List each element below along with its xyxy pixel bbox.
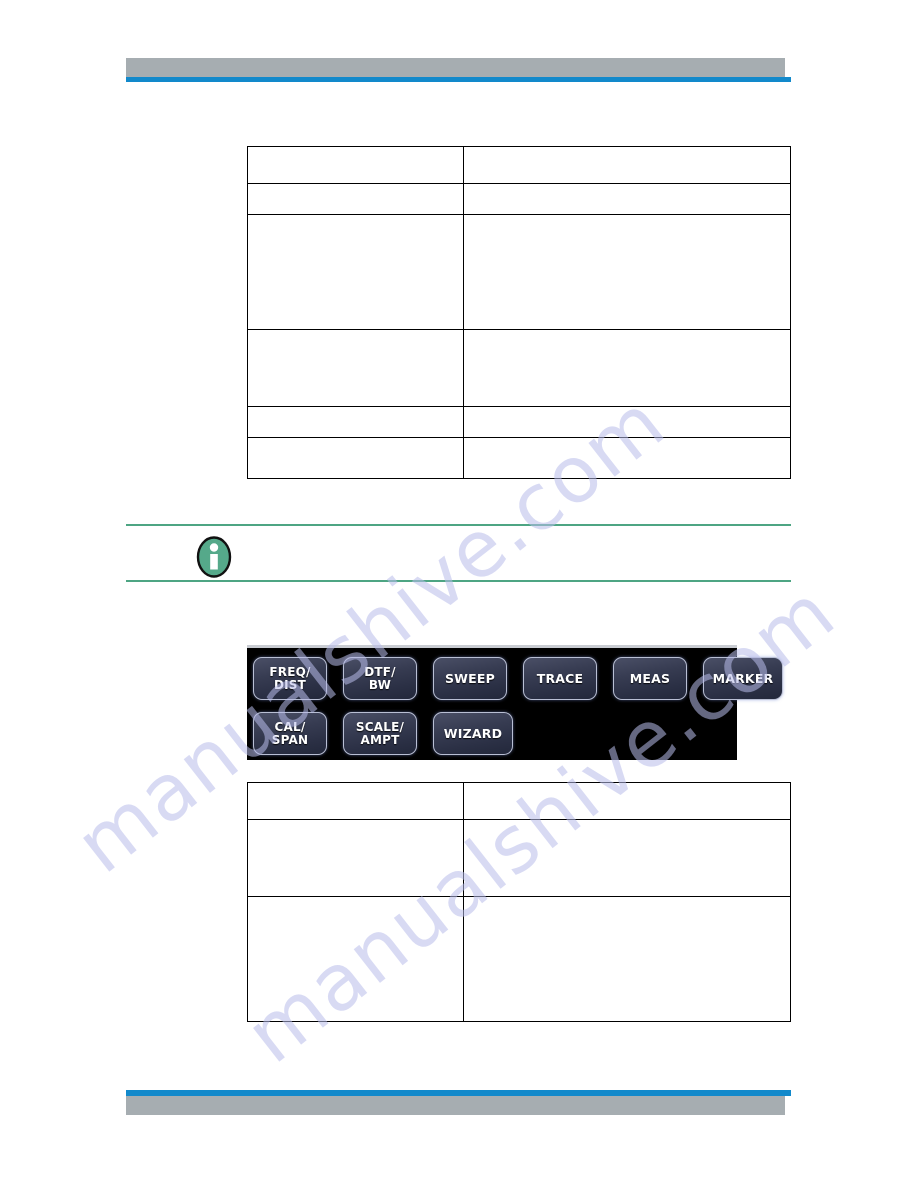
table-cell-value: [463, 406, 791, 438]
table-row: [247, 183, 791, 215]
table-cell-label: [247, 437, 464, 479]
key-sweep[interactable]: SWEEP: [433, 657, 507, 700]
parameter-table-bottom: [247, 782, 791, 1022]
table-row: [247, 819, 791, 897]
key-label-line1: TRACE: [536, 671, 584, 686]
key-label-line1: MEAS: [629, 671, 671, 686]
table-cell-value: [463, 146, 791, 184]
table-cell-label: [247, 183, 464, 215]
table-cell-label: [247, 782, 464, 820]
key-scale-ampt[interactable]: SCALE/ AMPT: [343, 712, 417, 755]
key-label-line2: BW: [368, 677, 392, 692]
key-freq-dist[interactable]: FREQ/ DIST: [253, 657, 327, 700]
key-label-line1: FREQ/: [269, 664, 311, 679]
table-cell-label: [247, 406, 464, 438]
table-row: [247, 437, 791, 479]
footer-gray-bar: [126, 1096, 785, 1115]
info-icon: [196, 536, 232, 578]
page-footer: [126, 1090, 791, 1115]
key-label-line1: MARKER: [712, 671, 774, 686]
table-row: [247, 329, 791, 407]
key-label-line2: AMPT: [360, 732, 400, 747]
key-label-line1: SWEEP: [444, 671, 496, 686]
table-cell-label: [247, 896, 464, 1022]
header-accent-rule: [126, 77, 791, 82]
keypad-figure: FREQ/ DIST DTF/ BW SWEEP TRACE MEAS MARK…: [247, 645, 783, 760]
key-cal-span[interactable]: CAL/ SPAN: [253, 712, 327, 755]
table-cell-value: [463, 896, 791, 1022]
key-label-line2: DIST: [273, 677, 307, 692]
table-cell-value: [463, 214, 791, 330]
key-label-line2: SPAN: [271, 732, 309, 747]
key-wizard[interactable]: WIZARD: [433, 712, 513, 755]
key-label-line1: DTF/: [364, 664, 396, 679]
table-cell-label: [247, 329, 464, 407]
page-header: [126, 58, 791, 82]
table-cell-value: [463, 819, 791, 897]
document-page: FREQ/ DIST DTF/ BW SWEEP TRACE MEAS MARK…: [0, 0, 918, 1188]
key-marker[interactable]: MARKER: [703, 657, 783, 700]
table-cell-value: [463, 329, 791, 407]
table-cell-value: [463, 437, 791, 479]
table-row: [247, 146, 791, 184]
key-label-line1: WIZARD: [443, 726, 503, 741]
table-row: [247, 406, 791, 438]
key-dtf-bw[interactable]: DTF/ BW: [343, 657, 417, 700]
table-cell-value: [463, 183, 791, 215]
table-row: [247, 896, 791, 1022]
table-row: [247, 782, 791, 820]
table-cell-label: [247, 819, 464, 897]
table-cell-label: [247, 146, 464, 184]
note-box: [126, 524, 791, 582]
header-gray-bar: [126, 58, 785, 77]
keypad-row-2: CAL/ SPAN SCALE/ AMPT WIZARD: [253, 712, 513, 755]
note-rule-top: [126, 524, 791, 526]
table-row: [247, 214, 791, 330]
keypad-row-1: FREQ/ DIST DTF/ BW SWEEP TRACE MEAS MARK…: [253, 657, 783, 700]
key-trace[interactable]: TRACE: [523, 657, 597, 700]
note-rule-bottom: [126, 580, 791, 582]
parameter-table-top: [247, 146, 791, 479]
table-cell-label: [247, 214, 464, 330]
table-cell-value: [463, 782, 791, 820]
key-meas[interactable]: MEAS: [613, 657, 687, 700]
keypad-panel-top-edge: [247, 645, 737, 648]
key-label-line1: CAL/: [274, 719, 306, 734]
key-label-line1: SCALE/: [355, 719, 405, 734]
